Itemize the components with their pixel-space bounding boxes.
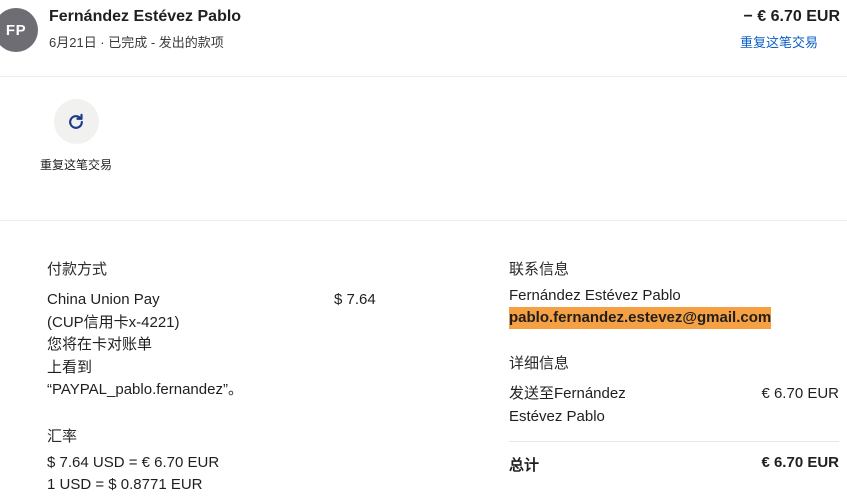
exchange-rate-line: 1 USD = $ 0.8771 EUR [47,476,203,493]
total-amount: € 6.70 EUR [761,454,839,471]
sent-to-line: 发送至Fernández [509,385,626,402]
payment-method-details: China Union Pay (CUP信用卡x-4221) 您将在卡对账单 上… [47,289,297,402]
transaction-header: FP Fernández Estévez Pablo 6月21日 · 已完成 -… [0,0,847,77]
transaction-status-line: 6月21日 · 已完成 - 发出的款项 [49,35,224,50]
total-label: 总计 [509,457,540,474]
detail-amount: € 6.70 EUR [761,385,839,402]
payment-amount: $ 7.64 [334,291,376,308]
contact-email[interactable]: pablo.fernandez.estevez@gmail.com [509,307,772,329]
transaction-amount: − € 6.70 EUR [743,8,841,25]
action-area: 重复这笔交易 [0,77,847,221]
contact-info-heading: 联系信息 [509,261,570,278]
repeat-button-label: 重复这笔交易 [39,158,112,172]
sent-to-recipient: 发送至Fernández Estévez Pablo [509,383,669,428]
exchange-rate-line: $ 7.64 USD = € 6.70 EUR [47,454,220,471]
avatar: FP [0,8,38,52]
sent-to-line: Estévez Pablo [509,407,605,425]
contact-name: Fernández Estévez Pablo [509,287,681,304]
payment-method-line: 上看到 [47,358,93,376]
details-heading: 详细信息 [509,355,570,372]
repeat-transaction-link[interactable]: 重复这笔交易 [740,32,818,51]
counterparty-name: Fernández Estévez Pablo [49,8,242,25]
payment-method-heading: 付款方式 [47,261,108,278]
payment-method-line: China Union Pay [47,291,160,308]
payment-method-line: “PAYPAL_pablo.fernandez”。 [47,381,243,398]
refresh-icon [69,113,83,129]
exchange-rate-heading: 汇率 [47,428,78,445]
repeat-transaction-button[interactable]: 重复这笔交易 [38,99,114,174]
payment-method-line: 您将在卡对账单 [47,336,153,353]
details-divider [509,441,839,442]
repeat-button-circle[interactable] [53,99,99,144]
payment-method-line: (CUP信用卡x-4221) [47,313,180,331]
